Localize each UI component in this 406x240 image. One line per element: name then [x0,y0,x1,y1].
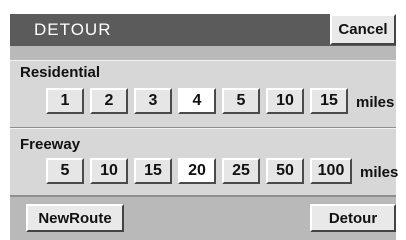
cancel-button[interactable]: Cancel [330,14,396,45]
residential-option-3[interactable]: 3 [134,88,172,114]
freeway-option-25[interactable]: 25 [222,158,260,184]
freeway-label: Freeway [20,136,81,153]
freeway-units: miles [360,164,399,181]
residential-units: miles [356,94,395,111]
residential-option-5[interactable]: 5 [222,88,260,114]
page-title: DETOUR [34,20,112,39]
detour-screen: DETOUR Cancel Residential 1 2 3 4 5 10 1… [0,0,406,240]
freeway-option-50[interactable]: 50 [266,158,304,184]
residential-option-10[interactable]: 10 [266,88,304,114]
residential-label: Residential [20,64,101,81]
freeway-option-15[interactable]: 15 [134,158,172,184]
freeway-option-20-selected[interactable]: 20 [178,158,216,184]
residential-option-2[interactable]: 2 [90,88,128,114]
residential-option-15[interactable]: 15 [310,88,348,114]
detour-button[interactable]: Detour [310,204,396,232]
freeway-option-5[interactable]: 5 [46,158,84,184]
residential-option-4-selected[interactable]: 4 [178,88,216,114]
footer-divider [10,196,396,197]
new-route-button[interactable]: NewRoute [26,204,124,232]
freeway-option-100[interactable]: 100 [310,158,352,184]
freeway-option-10[interactable]: 10 [90,158,128,184]
residential-option-1[interactable]: 1 [46,88,84,114]
